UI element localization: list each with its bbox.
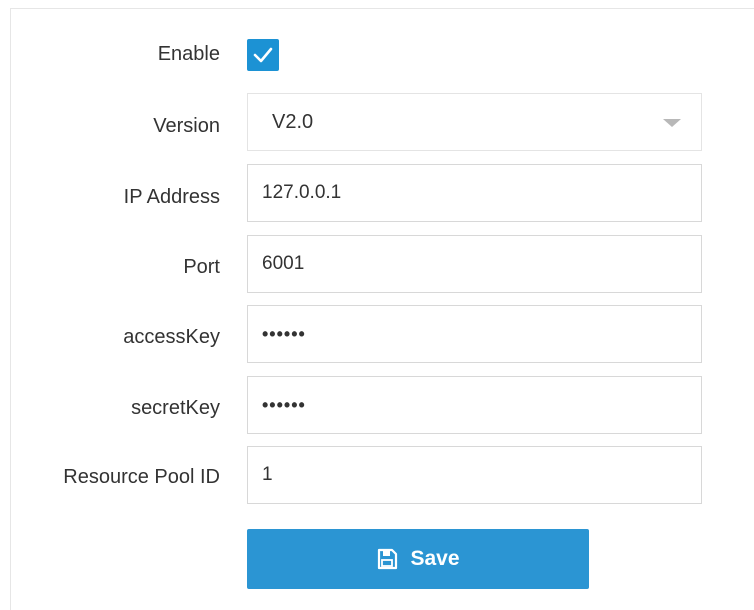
enable-checkbox[interactable] [247,39,279,71]
ip-address-label: IP Address [123,186,220,208]
secret-key-masked-value: •••••• [262,394,306,415]
access-key-masked-value: •••••• [262,323,306,344]
version-label: Version [153,115,220,137]
resource-pool-id-input[interactable]: 1 [247,446,702,504]
version-select[interactable]: V2.0 [247,93,702,151]
port-label: Port [183,256,220,278]
resource-pool-id-label: Resource Pool ID [63,466,220,488]
resource-pool-id-value: 1 [262,464,273,485]
ip-address-input[interactable]: 127.0.0.1 [247,164,702,222]
chevron-down-icon [663,119,681,127]
checkmark-icon [253,47,273,63]
port-value: 6001 [262,253,305,274]
port-input[interactable]: 6001 [247,235,702,293]
secret-key-label: secretKey [131,397,220,419]
version-select-value: V2.0 [272,110,314,133]
save-button-label: Save [410,547,460,570]
access-key-input[interactable]: •••••• [247,305,702,363]
secret-key-input[interactable]: •••••• [247,376,702,434]
ip-address-value: 127.0.0.1 [262,182,342,203]
floppy-disk-icon [376,548,398,570]
enable-label: Enable [157,43,220,65]
save-button[interactable]: Save [247,529,589,589]
access-key-label: accessKey [123,326,220,348]
